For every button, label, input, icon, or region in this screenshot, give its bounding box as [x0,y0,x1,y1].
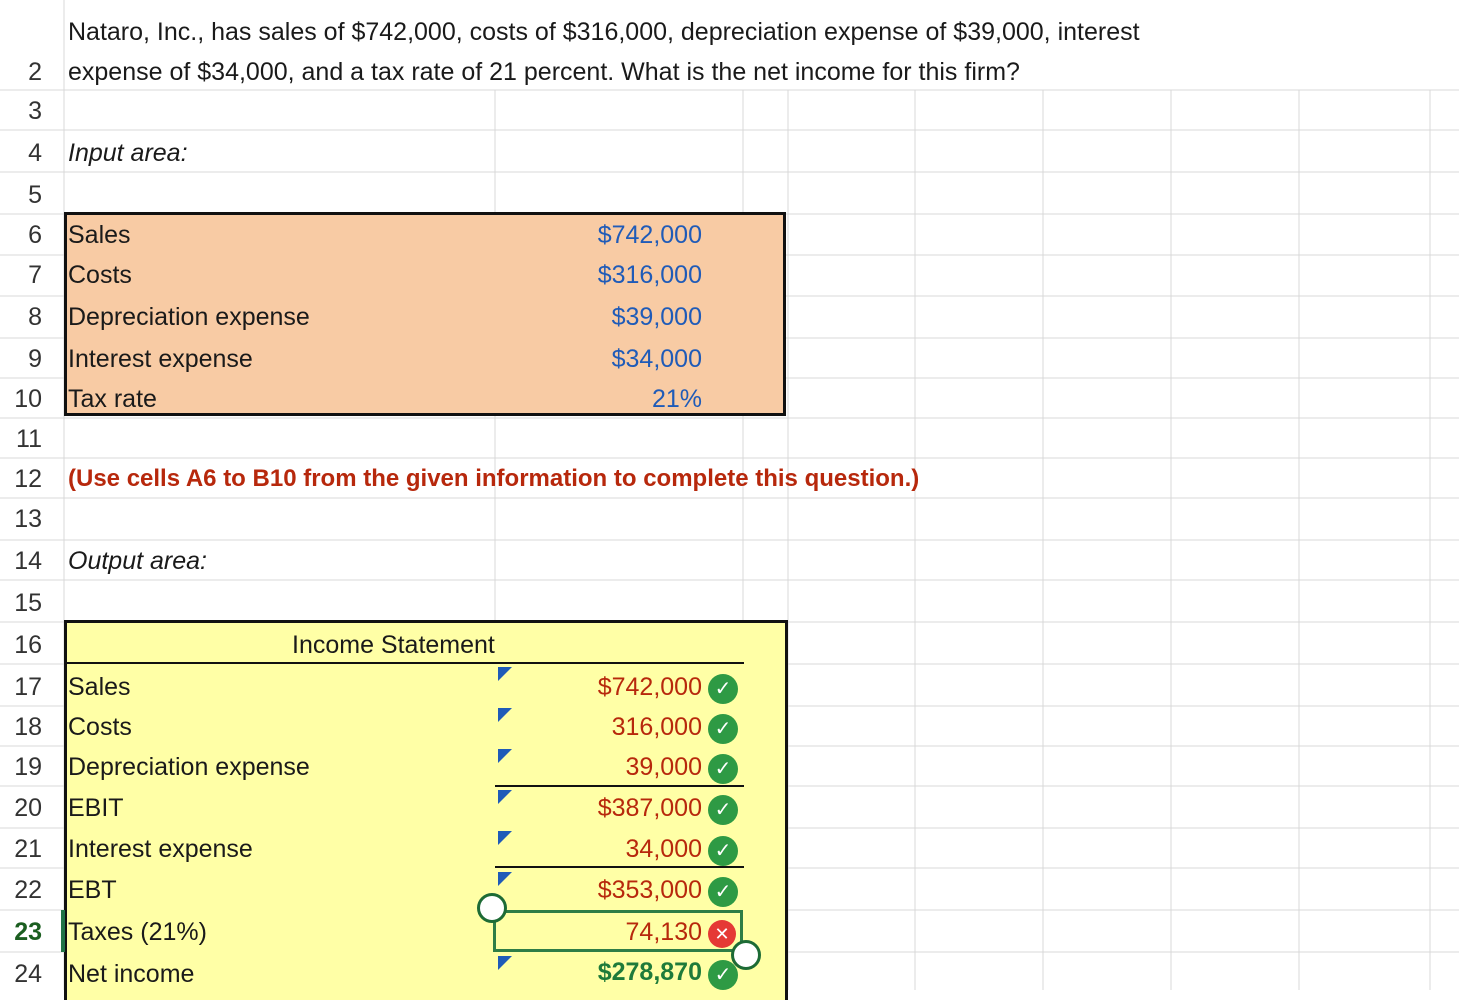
cell-comment-indicator-icon[interactable] [498,708,512,722]
is-label-costs[interactable]: Costs [68,707,132,747]
row-header[interactable]: 8 [0,297,42,337]
check-circle-icon: ✓ [708,877,738,907]
is-value-ebit[interactable]: $387,000 [402,788,702,828]
row-header[interactable]: 14 [0,541,42,581]
output-area-label[interactable]: Output area: [68,541,207,581]
row-header-active[interactable]: 23 [0,912,42,952]
cell-comment-indicator-icon[interactable] [498,749,512,763]
row-header[interactable]: 10 [0,379,42,419]
cell-comment-indicator-icon[interactable] [498,956,512,970]
row-header[interactable]: 20 [0,788,42,828]
input-value-costs[interactable]: $316,000 [402,255,702,295]
selection-handle-bottom-right[interactable] [731,940,761,970]
row-header[interactable]: 6 [0,215,42,255]
row-header[interactable]: 24 [0,954,42,994]
row-header[interactable]: 18 [0,707,42,747]
cell-comment-indicator-icon[interactable] [498,872,512,886]
is-label-ebit[interactable]: EBIT [68,788,124,828]
row-header[interactable]: 12 [0,459,42,499]
instruction-text[interactable]: (Use cells A6 to B10 from the given info… [68,459,919,499]
check-circle-icon: ✓ [708,754,738,784]
is-label-interest[interactable]: Interest expense [68,829,253,869]
active-row-indicator [61,910,65,952]
row-header[interactable]: 21 [0,829,42,869]
input-value-interest[interactable]: $34,000 [402,339,702,379]
row-header[interactable]: 7 [0,255,42,295]
input-value-tax-rate[interactable]: 21% [402,379,702,419]
is-label-net-income[interactable]: Net income [68,954,194,994]
input-label-depreciation[interactable]: Depreciation expense [68,297,310,337]
selected-cell-outline[interactable] [493,910,743,952]
row-header[interactable]: 2 [0,52,42,92]
input-label-interest[interactable]: Interest expense [68,339,253,379]
input-value-sales[interactable]: $742,000 [402,215,702,255]
row-header[interactable]: 5 [0,175,42,215]
check-circle-icon: ✓ [708,674,738,704]
row-header[interactable]: 19 [0,747,42,787]
input-label-tax-rate[interactable]: Tax rate [68,379,157,419]
check-circle-icon: ✓ [708,836,738,866]
is-label-depreciation[interactable]: Depreciation expense [68,747,310,787]
ebt-underline [495,866,744,868]
is-label-taxes[interactable]: Taxes (21%) [68,912,207,952]
cell-comment-indicator-icon[interactable] [498,667,512,681]
row-header[interactable]: 3 [0,91,42,131]
input-value-depreciation[interactable]: $39,000 [402,297,702,337]
title-underline [64,662,744,664]
row-header[interactable]: 9 [0,339,42,379]
is-label-sales[interactable]: Sales [68,667,131,707]
income-statement-title[interactable]: Income Statement [292,625,495,665]
row-header[interactable]: 17 [0,667,42,707]
ebit-underline [495,785,744,787]
question-line-1[interactable]: Nataro, Inc., has sales of $742,000, cos… [68,12,1140,52]
check-circle-icon: ✓ [708,795,738,825]
cell-comment-indicator-icon[interactable] [498,831,512,845]
check-circle-icon: ✓ [708,714,738,744]
is-label-ebt[interactable]: EBT [68,870,117,910]
row-header[interactable]: 22 [0,870,42,910]
is-value-interest[interactable]: 34,000 [402,829,702,869]
cell-comment-indicator-icon[interactable] [498,790,512,804]
row-header[interactable]: 11 [0,419,42,459]
input-label-costs[interactable]: Costs [68,255,132,295]
is-value-depreciation[interactable]: 39,000 [402,747,702,787]
row-header[interactable]: 4 [0,133,42,173]
is-value-ebt[interactable]: $353,000 [402,870,702,910]
is-value-costs[interactable]: 316,000 [402,707,702,747]
question-line-2[interactable]: expense of $34,000, and a tax rate of 21… [68,52,1020,92]
input-area-label[interactable]: Input area: [68,133,188,173]
row-header[interactable]: 13 [0,499,42,539]
selection-handle-top-left[interactable] [477,893,507,923]
input-label-sales[interactable]: Sales [68,215,131,255]
row-header[interactable]: 16 [0,625,42,665]
is-value-net-income[interactable]: $278,870 [402,952,702,992]
is-value-sales[interactable]: $742,000 [402,667,702,707]
row-header[interactable]: 15 [0,583,42,623]
